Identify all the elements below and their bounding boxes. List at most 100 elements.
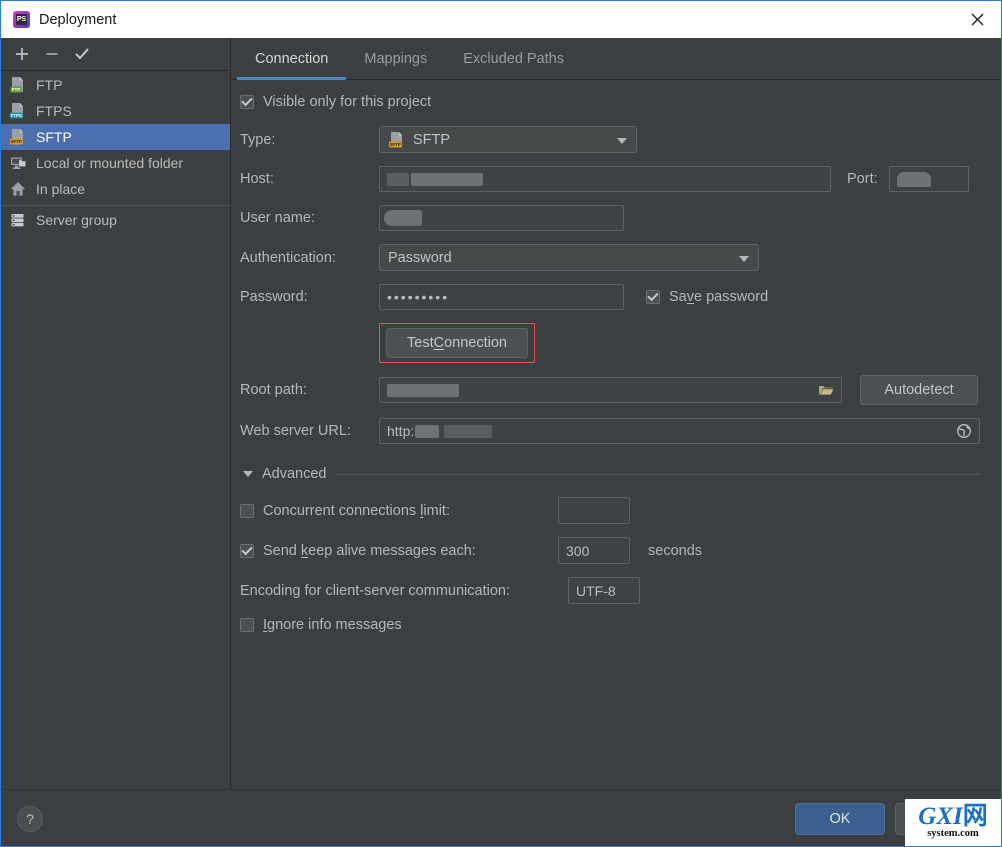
user-name-label: User name:: [240, 210, 315, 226]
password-label: Password:: [240, 289, 308, 305]
deployment-dialog: PS Deployment FTP FTP FTPS FTPS SFTP SFT…: [0, 0, 1002, 847]
sidebar-item-label: Local or mounted folder: [36, 155, 184, 171]
tab-bar: Connection Mappings Excluded Paths: [231, 38, 1001, 80]
port-label: Port:: [847, 171, 878, 187]
visible-only-checkbox[interactable]: [240, 95, 254, 109]
add-server-button[interactable]: [9, 41, 35, 67]
globe-icon[interactable]: [956, 423, 972, 439]
password-input[interactable]: •••••••••: [379, 284, 624, 310]
advanced-section-header[interactable]: Advanced: [240, 466, 980, 482]
keepalive-checkbox[interactable]: [240, 543, 254, 558]
root-path-input[interactable]: [379, 377, 842, 403]
chevron-down-icon: [243, 471, 253, 477]
tab-excluded-paths[interactable]: Excluded Paths: [445, 39, 582, 79]
sidebar-item-label: In place: [36, 181, 86, 197]
advanced-title: Advanced: [262, 466, 327, 482]
close-icon[interactable]: [953, 1, 1001, 37]
concurrent-connections-checkbox[interactable]: [240, 503, 254, 518]
svg-text:FTPS: FTPS: [11, 113, 22, 118]
authentication-select[interactable]: Password: [379, 244, 759, 271]
connection-panel: Connection Mappings Excluded Paths Visib…: [231, 38, 1001, 789]
redacted-block: [387, 383, 459, 397]
chevron-down-icon: [617, 137, 627, 144]
web-server-url-label: Web server URL:: [240, 423, 351, 439]
host-input[interactable]: [379, 166, 831, 192]
footer-actions: OK: [795, 802, 985, 835]
redacted-block: [411, 172, 483, 186]
visible-only-checkbox-row[interactable]: Visible only for this project: [240, 94, 431, 110]
save-password-checkbox[interactable]: [646, 290, 660, 304]
keepalive-label: Send keep alive messages each:: [263, 542, 476, 559]
visible-only-label: Visible only for this project: [263, 94, 432, 110]
concurrent-connections-label: Concurrent connections limit:: [263, 502, 450, 519]
sidebar-item-label: FTP: [36, 77, 63, 93]
connection-form: Visible only for this project Type: SFTP…: [231, 80, 1001, 789]
help-button[interactable]: ?: [17, 805, 43, 832]
test-connection-button[interactable]: Test Connection: [386, 328, 528, 358]
section-divider: [335, 473, 980, 475]
redacted-block: [387, 172, 409, 186]
sidebar-item-ftps[interactable]: FTPS FTPS: [1, 98, 230, 124]
sidebar-item-label: Server group: [36, 212, 117, 228]
concurrent-connections-input[interactable]: [558, 497, 630, 524]
title-bar: PS Deployment: [1, 1, 1001, 38]
sidebar-item-local-or-mounted-folder[interactable]: Local or mounted folder: [1, 150, 230, 176]
user-name-input[interactable]: [379, 205, 624, 231]
server-sidebar: FTP FTP FTPS FTPS SFTP SFTP Local or mou…: [1, 38, 231, 789]
type-value: SFTP: [413, 131, 451, 148]
encoding-select[interactable]: UTF-8: [568, 577, 640, 604]
redacted-block: [444, 424, 493, 438]
sidebar-item-ftp[interactable]: FTP FTP: [1, 72, 230, 98]
encoding-label: Encoding for client-server communication…: [240, 582, 510, 599]
root-path-label: Root path:: [240, 382, 307, 398]
svg-text:SFTP: SFTP: [390, 142, 401, 147]
concurrent-connections-checkbox-row[interactable]: Concurrent connections limit:: [240, 503, 558, 519]
type-select[interactable]: SFTP SFTP: [379, 126, 637, 153]
phpstorm-icon: PS: [13, 11, 30, 28]
ftps-icon: FTPS: [10, 103, 23, 119]
keepalive-checkbox-row[interactable]: Send keep alive messages each:: [240, 543, 558, 559]
sftp-icon: SFTP: [389, 131, 402, 147]
sidebar-item-label: FTPS: [36, 103, 72, 119]
sftp-icon: SFTP: [10, 129, 23, 145]
ignore-info-label: Ignore info messages: [263, 617, 402, 633]
sidebar-toolbar: [1, 38, 230, 71]
folder-icon[interactable]: [818, 383, 834, 397]
sidebar-item-label: SFTP: [36, 129, 72, 145]
port-input[interactable]: [888, 166, 969, 192]
svg-text:SFTP: SFTP: [11, 139, 22, 144]
redacted-block: [896, 171, 931, 187]
web-server-url-input[interactable]: http:: [379, 418, 980, 444]
save-password-checkbox-row[interactable]: Save password: [646, 289, 768, 305]
server-list[interactable]: FTP FTP FTPS FTPS SFTP SFTP Local or mou…: [1, 71, 230, 789]
window-title: Deployment: [39, 11, 117, 28]
cancel-button[interactable]: [895, 802, 985, 835]
keepalive-unit-label: seconds: [648, 542, 703, 559]
sidebar-item-in-place[interactable]: In place: [1, 176, 230, 202]
autodetect-button[interactable]: Autodetect: [860, 375, 978, 405]
ftp-icon: FTP: [10, 77, 23, 93]
svg-text:FTP: FTP: [12, 87, 21, 92]
dialog-body: FTP FTP FTPS FTPS SFTP SFTP Local or mou…: [1, 38, 1001, 789]
ok-button[interactable]: OK: [795, 802, 885, 835]
authentication-value: Password: [388, 249, 452, 266]
redacted-block: [415, 424, 440, 438]
ignore-info-checkbox-row[interactable]: Ignore info messages: [240, 617, 402, 633]
chevron-down-icon: [739, 255, 749, 262]
web-server-url-value: http:: [387, 423, 415, 439]
sidebar-item-server-group[interactable]: Server group: [1, 205, 230, 234]
apply-check-button[interactable]: [69, 41, 95, 67]
keepalive-input[interactable]: 300: [558, 537, 630, 564]
save-password-label: Save password: [669, 289, 769, 305]
tab-mappings[interactable]: Mappings: [346, 39, 445, 79]
test-connection-highlight: Test Connection: [379, 323, 535, 363]
authentication-label: Authentication:: [240, 249, 336, 266]
dialog-footer: ? OK: [1, 789, 1001, 846]
remove-server-button[interactable]: [39, 41, 65, 67]
redacted-block: [384, 210, 422, 226]
tab-connection[interactable]: Connection: [237, 39, 347, 80]
server-group-icon: [11, 214, 24, 227]
ignore-info-checkbox[interactable]: [240, 618, 254, 632]
sidebar-item-sftp[interactable]: SFTP SFTP: [1, 124, 230, 150]
type-label: Type:: [240, 131, 276, 148]
